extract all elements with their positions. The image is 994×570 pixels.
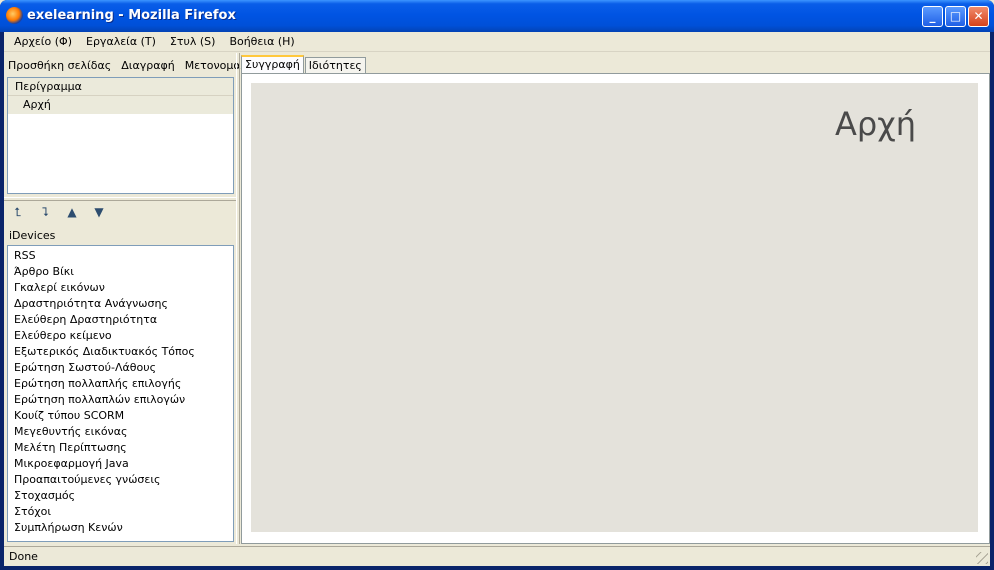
demote-icon[interactable]: ⮧	[35, 204, 55, 220]
resize-grip-icon[interactable]	[976, 552, 988, 564]
idevice-item[interactable]: Ελεύθερο κείμενο	[14, 328, 233, 344]
window-title: exelearning - Mozilla Firefox	[27, 8, 236, 23]
menu-tools[interactable]: Εργαλεία (Τ)	[79, 35, 163, 48]
tab-authoring[interactable]: Συγγραφή	[241, 55, 304, 74]
idevice-item[interactable]: Κουίζ τύπου SCORM	[14, 408, 233, 424]
outline-toolbar: Προσθήκη σελίδας Διαγραφή Μετονομασία	[8, 57, 259, 73]
authoring-content-area[interactable]: Αρχή	[251, 83, 978, 532]
idevice-item[interactable]: Εξωτερικός Διαδικτυακός Τόπος	[14, 344, 233, 360]
page-heading: Αρχή	[835, 105, 916, 143]
idevice-item[interactable]: Μικροεφαρμογή Java	[14, 456, 233, 472]
idevice-item[interactable]: Συμπλήρωση Κενών	[14, 520, 233, 536]
idevice-item[interactable]: Άρθρο Βίκι	[14, 264, 233, 280]
idevice-item[interactable]: Γκαλερί εικόνων	[14, 280, 233, 296]
outline-move-toolbar: ⮤ ⮧ ▲ ▼	[8, 203, 236, 221]
maximize-button[interactable]: □	[945, 6, 966, 27]
idevice-item[interactable]: Στοχασμός	[14, 488, 233, 504]
move-up-icon[interactable]: ▲	[62, 204, 82, 220]
status-bar: Done	[4, 546, 990, 566]
move-down-icon[interactable]: ▼	[89, 204, 109, 220]
app-client-area: Αρχείο (Φ) Εργαλεία (Τ) Στυλ (S) Βοήθεια…	[4, 32, 990, 566]
left-panel: Προσθήκη σελίδας Διαγραφή Μετονομασία Πε…	[4, 53, 259, 544]
idevice-item[interactable]: Ερώτηση πολλαπλής επιλογής	[14, 376, 233, 392]
add-page-button[interactable]: Προσθήκη σελίδας	[8, 59, 111, 72]
idevice-item[interactable]: Μεγεθυντής εικόνας	[14, 424, 233, 440]
tab-body: Αρχή	[241, 73, 990, 544]
idevice-item[interactable]: RSS	[14, 248, 233, 264]
minimize-button[interactable]: _	[922, 6, 943, 27]
menu-file[interactable]: Αρχείο (Φ)	[7, 35, 79, 48]
promote-icon[interactable]: ⮤	[8, 204, 28, 220]
idevice-item[interactable]: Προαπαιτούμενες γνώσεις	[14, 472, 233, 488]
right-panel: Συγγραφή Ιδιότητες Αρχή	[241, 53, 990, 544]
menu-help[interactable]: Βοήθεια (Η)	[222, 35, 301, 48]
vertical-splitter[interactable]	[236, 53, 240, 544]
outline-tree[interactable]: Περίγραμμα Αρχή	[7, 77, 234, 194]
menu-style[interactable]: Στυλ (S)	[163, 35, 223, 48]
idevice-item[interactable]: Ερώτηση πολλαπλών επιλογών	[14, 392, 233, 408]
tab-properties[interactable]: Ιδιότητες	[304, 57, 366, 74]
outline-node-home[interactable]: Αρχή	[8, 96, 233, 114]
horizontal-splitter[interactable]	[4, 197, 236, 201]
title-bar[interactable]: exelearning - Mozilla Firefox _ □ ✕	[0, 0, 994, 32]
browser-window: exelearning - Mozilla Firefox _ □ ✕ Αρχε…	[0, 0, 994, 570]
idevices-label: iDevices	[9, 229, 56, 242]
outline-header[interactable]: Περίγραμμα	[8, 78, 233, 96]
firefox-icon	[6, 7, 23, 24]
delete-button[interactable]: Διαγραφή	[121, 59, 174, 72]
menu-bar: Αρχείο (Φ) Εργαλεία (Τ) Στυλ (S) Βοήθεια…	[4, 32, 990, 52]
idevice-item[interactable]: Ελεύθερη Δραστηριότητα	[14, 312, 233, 328]
status-text: Done	[9, 550, 38, 563]
idevice-item[interactable]: Μελέτη Περίπτωσης	[14, 440, 233, 456]
idevice-item[interactable]: Ερώτηση Σωστού-Λάθους	[14, 360, 233, 376]
close-button[interactable]: ✕	[968, 6, 989, 27]
idevices-list[interactable]: RSS Άρθρο Βίκι Γκαλερί εικόνων Δραστηριό…	[7, 245, 234, 542]
idevice-item[interactable]: Στόχοι	[14, 504, 233, 520]
tab-strip: Συγγραφή Ιδιότητες	[241, 55, 367, 74]
idevice-item[interactable]: Δραστηριότητα Ανάγνωσης	[14, 296, 233, 312]
